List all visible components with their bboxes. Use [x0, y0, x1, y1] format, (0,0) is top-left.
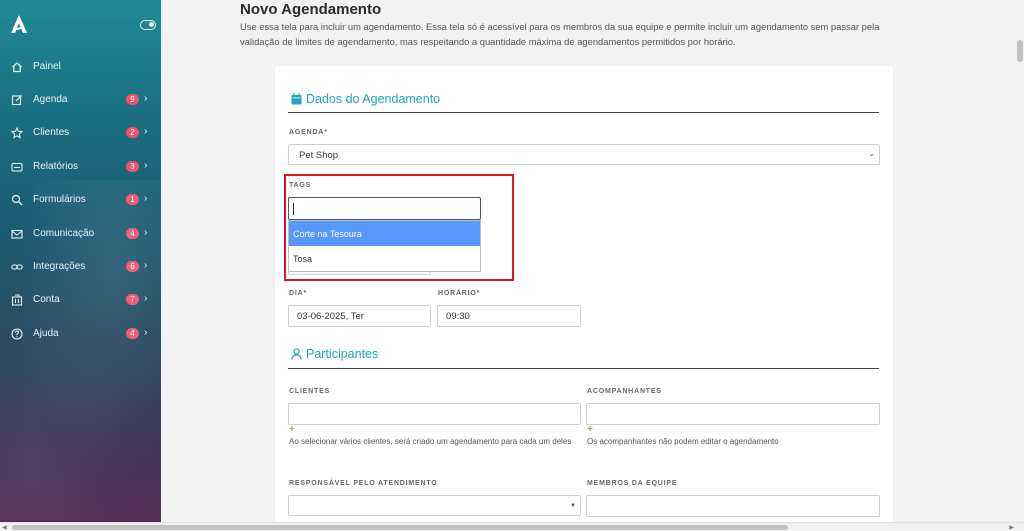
user-icon [291, 348, 302, 360]
notification-badge: 4 [126, 228, 139, 239]
sidebar-item-label: Painel [33, 61, 61, 72]
sidebar-item-integracoes[interactable]: Integrações 6 › [0, 256, 161, 278]
chevron-right-icon: › [144, 160, 148, 171]
scroll-left-icon[interactable]: ◀ [2, 524, 7, 531]
scroll-right-icon[interactable]: ▶ [1009, 524, 1014, 531]
section-divider [288, 112, 879, 113]
clients-input[interactable] [288, 403, 581, 425]
sidebar-item-agenda[interactable]: Agenda 9 › [0, 89, 161, 111]
team-input[interactable] [586, 495, 880, 517]
sidebar-item-label: Integrações [33, 261, 86, 272]
edit-icon [11, 95, 22, 106]
sidebar-item-formularios[interactable]: Formulários 1 › [0, 189, 161, 211]
mail-icon [11, 229, 23, 239]
sidebar-item-relatorios[interactable]: Relatórios 3 › [0, 156, 161, 178]
sidebar-item-clientes[interactable]: Clientes 2 › [0, 122, 161, 144]
sidebar-item-label: Agenda [33, 94, 68, 105]
sidebar: Painel Agenda 9 › Clientes 2 › Relatório… [0, 0, 161, 522]
chevron-right-icon: › [144, 327, 148, 338]
horizontal-scrollbar[interactable]: ◀ ▶ [0, 522, 1024, 531]
building-icon [11, 294, 23, 306]
chevron-right-icon: › [144, 260, 148, 271]
section-title-schedule: Dados do Agendamento [291, 92, 440, 106]
agenda-select-value: Pet Shop [299, 150, 339, 161]
sidebar-item-label: Formulários [33, 194, 86, 205]
notification-badge: 4 [126, 328, 139, 339]
sidebar-item-label: Conta [33, 294, 60, 305]
team-label: MEMBROS DA EQUIPE [587, 480, 678, 487]
main-content: Novo Agendamento Use essa tela para incl… [161, 0, 1016, 531]
form-card: Dados do Agendamento AGENDA* Pet Shop ⌄ … [275, 66, 893, 531]
notification-badge: 9 [126, 94, 139, 105]
sidebar-toggle-icon[interactable] [140, 20, 156, 30]
report-icon [11, 162, 23, 172]
search-icon [11, 194, 23, 206]
section-title-text: Dados do Agendamento [306, 92, 441, 106]
brand-logo-icon[interactable] [10, 14, 28, 34]
highlight-box [284, 174, 514, 281]
chevron-right-icon: › [144, 126, 148, 137]
page-title: Novo Agendamento [240, 1, 382, 18]
sidebar-item-label: Clientes [33, 127, 70, 138]
section-title-text: Participantes [306, 347, 379, 361]
chevron-right-icon: › [144, 227, 148, 238]
sidebar-item-label: Comunicação [33, 228, 95, 239]
companions-input[interactable] [586, 403, 880, 425]
companions-label: ACOMPANHANTES [587, 388, 662, 395]
chevron-down-icon: ⌄ [868, 149, 875, 158]
agenda-label: AGENDA* [289, 129, 328, 136]
time-input[interactable]: 09:30 [437, 305, 581, 327]
notification-badge: 7 [126, 294, 139, 305]
notification-badge: 6 [126, 261, 139, 272]
help-icon [11, 328, 23, 340]
sidebar-item-label: Relatórios [33, 161, 79, 172]
companions-hint: Os acompanhantes não podem editar o agen… [587, 437, 779, 446]
notification-badge: 1 [126, 194, 139, 205]
time-label: HORÁRIO* [438, 290, 481, 297]
link-icon [11, 264, 23, 270]
clients-hint: Ao selecionar vários clientes, será cria… [289, 437, 572, 446]
star-icon [11, 127, 23, 139]
notification-badge: 2 [126, 127, 139, 138]
section-title-participants: Participantes [291, 347, 378, 361]
chevron-right-icon: › [144, 93, 148, 104]
caret-down-icon: ▼ [570, 503, 576, 509]
add-client-icon[interactable]: + [289, 424, 295, 435]
calendar-icon [291, 93, 302, 105]
day-input[interactable]: 03-06-2025, Ter [288, 305, 431, 327]
responsible-select[interactable]: ▼ [288, 495, 581, 516]
home-icon [12, 62, 22, 73]
responsible-label: RESPONSÁVEL PELO ATENDIMENTO [289, 480, 438, 487]
notification-badge: 3 [126, 161, 139, 172]
add-companion-icon[interactable]: + [587, 424, 593, 435]
sidebar-item-label: Ajuda [33, 328, 59, 339]
chevron-right-icon: › [144, 193, 148, 204]
sidebar-item-painel[interactable]: Painel [0, 56, 161, 78]
vertical-scrollbar-thumb[interactable] [1017, 40, 1023, 62]
section-divider [288, 368, 879, 369]
page-description: Use essa tela para incluir um agendament… [240, 21, 880, 47]
sidebar-item-ajuda[interactable]: Ajuda 4 › [0, 323, 161, 345]
day-label: DIA* [289, 290, 307, 297]
horizontal-scrollbar-thumb[interactable] [12, 525, 788, 530]
vertical-scrollbar[interactable] [1016, 0, 1024, 522]
chevron-right-icon: › [144, 293, 148, 304]
sidebar-item-conta[interactable]: Conta 7 › [0, 289, 161, 311]
clients-label: CLIENTES [289, 388, 331, 395]
sidebar-item-comunicacao[interactable]: Comunicação 4 › [0, 223, 161, 245]
agenda-select[interactable]: Pet Shop ⌄ [288, 144, 880, 165]
